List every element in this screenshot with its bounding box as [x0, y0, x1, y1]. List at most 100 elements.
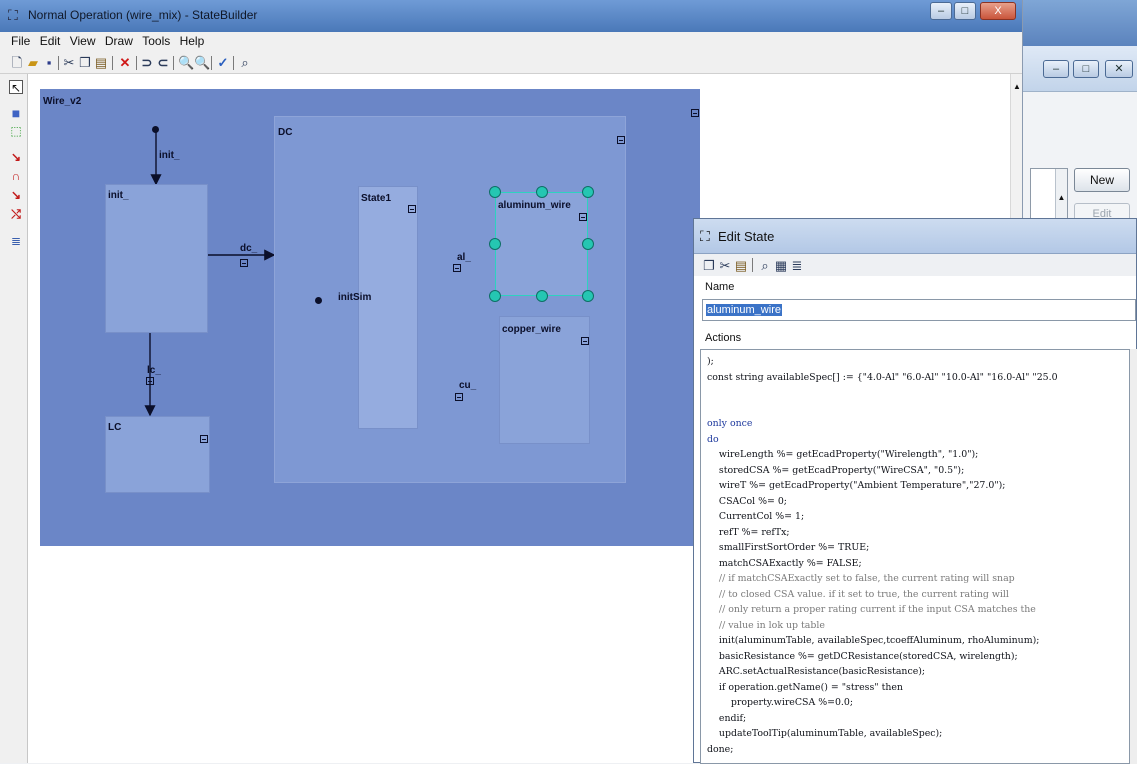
- properties-icon[interactable]: ≣: [790, 258, 804, 274]
- edit-state-titlebar: ⛶ Edit State: [694, 219, 1136, 254]
- zoom-out-icon[interactable]: 🔍: [194, 55, 210, 71]
- state-lc[interactable]: LC: [105, 416, 210, 493]
- toolbar-separator: [136, 56, 137, 70]
- state-copper-wire-label: copper_wire: [502, 324, 561, 335]
- loop-transition-icon[interactable]: ∩: [9, 169, 23, 183]
- insert-function-icon[interactable]: ▦: [774, 258, 788, 274]
- paste-icon[interactable]: ▤: [94, 55, 108, 71]
- menu-draw[interactable]: Draw: [105, 32, 133, 48]
- toolbar-separator: [112, 56, 113, 70]
- note-icon[interactable]: ≣: [9, 234, 23, 248]
- name-field-value[interactable]: aluminum_wire: [706, 304, 782, 316]
- find-icon[interactable]: ⌕: [238, 55, 252, 71]
- state-init[interactable]: init_: [105, 184, 208, 333]
- resize-handle[interactable]: [489, 186, 501, 198]
- state-icon[interactable]: ■: [9, 106, 23, 120]
- actions-scrollbar[interactable]: [1130, 349, 1137, 764]
- menu-tools[interactable]: Tools: [142, 32, 170, 48]
- close-button[interactable]: X: [980, 2, 1016, 20]
- menu-edit[interactable]: Edit: [40, 32, 61, 48]
- fork-transition-icon[interactable]: ⤭: [9, 207, 23, 221]
- wire-v2-state[interactable]: Wire_v2 init_ init_ dc_ lc_ LC DC State1…: [40, 89, 700, 546]
- resize-handle[interactable]: [582, 238, 594, 250]
- state-state1[interactable]: State1: [358, 186, 418, 429]
- menu-help[interactable]: Help: [180, 32, 205, 48]
- resize-handle[interactable]: [489, 290, 501, 302]
- resize-handle[interactable]: [536, 186, 548, 198]
- paste-icon[interactable]: ▤: [734, 258, 748, 274]
- toolbar-separator: [173, 56, 174, 70]
- menu-file[interactable]: File: [11, 32, 30, 48]
- resize-handle[interactable]: [582, 290, 594, 302]
- copy-icon[interactable]: ❐: [78, 55, 92, 71]
- transition-label-cu[interactable]: cu_: [459, 380, 476, 391]
- state-init-label: init_: [108, 190, 129, 201]
- transition-label-initsim[interactable]: initSim: [338, 292, 371, 303]
- selection-icon[interactable]: ⬚: [9, 124, 23, 138]
- edit-state-title: Edit State: [718, 229, 775, 244]
- maximize-button[interactable]: □: [954, 2, 976, 20]
- app-icon: ⛶: [8, 7, 18, 23]
- bg-new-button[interactable]: New: [1074, 168, 1130, 192]
- collapse-icon[interactable]: [579, 213, 587, 221]
- toolbar-separator: [211, 56, 212, 70]
- undo-icon[interactable]: ⊃: [140, 55, 154, 71]
- find-replace-icon[interactable]: ⌕: [758, 258, 772, 274]
- toolbar-separator: [752, 258, 753, 272]
- toolbar-separator: [233, 56, 234, 70]
- transition-icon[interactable]: ↘: [9, 150, 23, 164]
- transition-label-lc[interactable]: lc_: [147, 365, 161, 376]
- collapse-icon[interactable]: [200, 435, 208, 443]
- state-copper-wire[interactable]: copper_wire: [499, 316, 590, 444]
- redo-icon[interactable]: ⊂: [156, 55, 170, 71]
- collapse-icon[interactable]: [617, 136, 625, 144]
- resize-handle[interactable]: [536, 290, 548, 302]
- background-window-titlebar: [1023, 0, 1137, 46]
- bg-close-button[interactable]: ✕: [1105, 60, 1133, 78]
- toolbar-separator: [58, 56, 59, 70]
- state-aluminum-wire-label: aluminum_wire: [498, 200, 571, 211]
- transition-lc-marker-icon[interactable]: [146, 377, 154, 385]
- bg-minimize-button[interactable]: –: [1043, 60, 1069, 78]
- name-label: Name: [705, 281, 735, 293]
- resize-handle[interactable]: [582, 186, 594, 198]
- open-icon[interactable]: ▰: [26, 55, 40, 71]
- save-icon[interactable]: ▪: [42, 55, 56, 71]
- state-state1-label: State1: [361, 193, 392, 204]
- actions-code[interactable]: ); const string availableSpec[] := {"4.0…: [701, 350, 1129, 757]
- actions-label: Actions: [705, 332, 742, 344]
- transition-al-marker-icon[interactable]: [453, 264, 461, 272]
- collapse-icon[interactable]: [581, 337, 589, 345]
- check-icon[interactable]: ✓: [216, 55, 230, 71]
- edit-state-toolbar: ❐ ✂ ▤ ⌕ ▦ ≣: [694, 254, 1136, 276]
- name-field[interactable]: aluminum_wire: [702, 299, 1136, 321]
- collapse-icon[interactable]: [408, 205, 416, 213]
- cut-icon[interactable]: ✂: [62, 55, 76, 71]
- edit-state-dialog: ⛶ Edit State ❐ ✂ ▤ ⌕ ▦ ≣ Name aluminum_w…: [693, 218, 1137, 764]
- initial-pseudostate[interactable]: [152, 126, 159, 133]
- tool-palette: ↖ ■ ⬚ ↘ ∩ ↘ ⤭ ≣: [0, 74, 28, 763]
- arrow-transition-icon[interactable]: ↘: [9, 188, 23, 202]
- menu-view[interactable]: View: [70, 32, 96, 48]
- transition-label-dc[interactable]: dc_: [240, 243, 257, 254]
- zoom-in-icon[interactable]: 🔍: [178, 55, 194, 71]
- state-aluminum-wire[interactable]: aluminum_wire: [495, 192, 588, 296]
- state-dc-label: DC: [278, 127, 293, 138]
- pointer-icon[interactable]: ↖: [9, 80, 23, 95]
- delete-icon[interactable]: ✕: [118, 55, 132, 71]
- copy-icon[interactable]: ❐: [702, 258, 716, 274]
- bg-maximize-button[interactable]: □: [1073, 60, 1099, 78]
- transition-cu-marker-icon[interactable]: [455, 393, 463, 401]
- minimize-button[interactable]: –: [930, 2, 952, 20]
- transition-label-al[interactable]: al_: [457, 252, 471, 263]
- cut-icon[interactable]: ✂: [718, 258, 732, 274]
- resize-handle[interactable]: [489, 238, 501, 250]
- scroll-up-icon[interactable]: ▲: [1012, 82, 1022, 91]
- toolbar: 🗋 ▰ ▪ ✂ ❐ ▤ ✕ ⊃ ⊂ 🔍 🔍 ✓ ⌕: [0, 52, 1022, 74]
- initial-pseudostate-sim[interactable]: [315, 297, 322, 304]
- actions-editor[interactable]: ); const string availableSpec[] := {"4.0…: [700, 349, 1130, 764]
- transition-dc-marker-icon[interactable]: [240, 259, 248, 267]
- window-title: Normal Operation (wire_mix) - StateBuild…: [28, 8, 258, 22]
- transition-label-init[interactable]: init_: [159, 150, 180, 161]
- new-icon[interactable]: 🗋: [10, 55, 24, 71]
